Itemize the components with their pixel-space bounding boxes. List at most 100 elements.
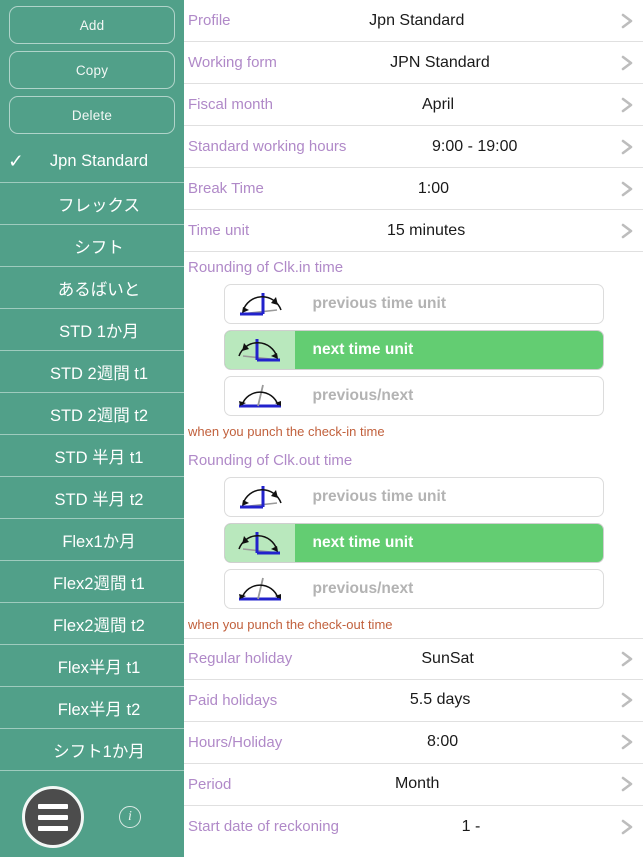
sidebar-item-label: STD 2週間 t1 (49, 364, 149, 383)
row-label: Standard working hours (188, 138, 347, 155)
round-next-icon (224, 523, 295, 562)
profile-list: ✓ Jpn Standard フレックス シフト あるばいと STD 1か月 S… (0, 141, 184, 771)
row-label: Fiscal month (188, 96, 274, 113)
option-label: next time unit (312, 341, 414, 358)
row-label: Break Time (188, 180, 264, 197)
sidebar-item-label: フレックス (57, 196, 140, 215)
chevron-right-icon (619, 13, 635, 29)
rounding-out-options: previous time unit next time unit previo… (184, 474, 643, 609)
rounding-out-next-option[interactable]: next time unit (223, 522, 604, 563)
chevron-right-icon (619, 55, 635, 71)
row-value: Month (394, 775, 440, 793)
delete-button[interactable]: Delete (9, 96, 175, 134)
option-label: previous/next (312, 579, 414, 597)
sidebar-item-label: Jpn Standard (49, 152, 149, 170)
rounding-out-heading: Rounding of Clk.out time (188, 451, 353, 469)
sidebar-item-label: STD 半月 t2 (54, 490, 144, 509)
list-item[interactable]: STD 2週間 t1 (0, 351, 184, 393)
table-row[interactable]: Start date of reckoning 1 - (184, 806, 643, 848)
table-row[interactable]: Hours/Holiday 8:00 (184, 722, 643, 764)
sidebar-item-label: Flex2週間 t1 (53, 574, 145, 593)
list-item[interactable]: シフト1か月 (0, 729, 184, 771)
row-value: 5.5 days (409, 691, 471, 709)
sidebar-item-label: Flex半月 t2 (57, 700, 141, 719)
option-label: previous/next (312, 387, 414, 404)
list-item[interactable]: Flex2週間 t2 (0, 603, 184, 645)
chevron-right-icon (619, 97, 635, 113)
row-value: April (422, 95, 455, 113)
row-label: Regular holiday (188, 650, 293, 668)
app-root: Add Copy Delete ✓ Jpn Standard フレックス シフト… (0, 0, 643, 857)
list-item[interactable]: Flex半月 t2 (0, 687, 184, 729)
chevron-right-icon (619, 734, 635, 750)
row-value: 15 minutes (386, 221, 466, 239)
table-row[interactable]: Standard working hours 9:00 - 19:00 (184, 126, 643, 168)
row-label: Time unit (188, 222, 250, 239)
row-value: 8:00 (427, 733, 459, 751)
round-previous-icon (225, 285, 295, 323)
sidebar-footer: i (0, 777, 184, 857)
table-row[interactable]: Break Time 1:00 (184, 168, 643, 210)
chevron-right-icon (619, 139, 635, 155)
add-button[interactable]: Add (9, 6, 175, 44)
list-item[interactable]: Flex1か月 (0, 519, 184, 561)
profiles-sidebar: Add Copy Delete ✓ Jpn Standard フレックス シフト… (0, 0, 184, 857)
list-item[interactable]: STD 半月 t1 (0, 435, 184, 477)
sidebar-item-label: Flex2週間 t2 (53, 616, 145, 635)
row-value: 9:00 - 19:00 (432, 137, 518, 155)
list-item[interactable]: Flex半月 t1 (0, 645, 184, 687)
chevron-right-icon (619, 692, 635, 708)
rounding-in-heading: Rounding of Clk.in time (188, 259, 344, 276)
sidebar-action-buttons: Add Copy Delete (0, 0, 184, 134)
sidebar-item-label: STD 半月 t1 (54, 448, 144, 467)
check-icon: ✓ (8, 151, 24, 172)
row-value: SunSat (421, 649, 474, 667)
settings-panel: Profile Jpn Standard Working form JPN St… (184, 0, 643, 857)
option-label: previous time unit (312, 487, 447, 505)
sidebar-item-label: シフト (74, 238, 124, 257)
row-value: 1 - (461, 817, 481, 835)
sidebar-item-label: Flex1か月 (62, 532, 136, 551)
row-value: 1:00 (417, 179, 449, 197)
table-row[interactable]: Paid holidays 5.5 days (184, 680, 643, 722)
row-label: Hours/Holiday (188, 733, 283, 751)
row-label: Profile (188, 12, 231, 29)
round-nearest-icon (225, 570, 295, 608)
table-row[interactable]: Period Month (184, 764, 643, 806)
chevron-right-icon (619, 651, 635, 667)
sidebar-item-jpn-standard[interactable]: ✓ Jpn Standard (0, 141, 184, 183)
copy-button[interactable]: Copy (9, 51, 175, 89)
hamburger-menu-icon[interactable] (22, 786, 84, 848)
rounding-in-next-option[interactable]: next time unit (223, 330, 604, 370)
table-row[interactable]: Working form JPN Standard (184, 42, 643, 84)
sidebar-item-label: STD 2週間 t2 (49, 406, 149, 425)
chevron-right-icon (619, 223, 635, 239)
list-item[interactable]: STD 2週間 t2 (0, 393, 184, 435)
table-row[interactable]: Fiscal month April (184, 84, 643, 126)
rounding-in-nearest-option[interactable]: previous/next (223, 376, 604, 416)
list-item[interactable]: フレックス (0, 183, 184, 225)
rounding-out-helper-text: when you punch the check-out time (188, 616, 393, 632)
list-item[interactable]: STD 半月 t2 (0, 477, 184, 519)
sidebar-item-label: STD 1か月 (59, 322, 139, 341)
rounding-out-previous-option[interactable]: previous time unit (223, 476, 604, 517)
rounding-in-previous-option[interactable]: previous time unit (223, 284, 604, 324)
chevron-right-icon (619, 181, 635, 197)
list-item[interactable]: Flex2週間 t1 (0, 561, 184, 603)
row-label: Period (188, 775, 232, 793)
row-label: Start date of reckoning (188, 818, 339, 836)
round-nearest-icon (225, 377, 295, 415)
table-row[interactable]: Profile Jpn Standard (184, 0, 643, 42)
list-item[interactable]: シフト (0, 225, 184, 267)
table-row[interactable]: Time unit 15 minutes (184, 210, 643, 252)
hamburger-bar (38, 814, 68, 820)
hamburger-bar (38, 825, 68, 831)
list-item[interactable]: あるばいと (0, 267, 184, 309)
table-row[interactable]: Regular holiday SunSat (184, 637, 643, 680)
list-item[interactable]: STD 1か月 (0, 309, 184, 351)
rounding-out-nearest-option[interactable]: previous/next (223, 568, 604, 609)
round-next-icon (224, 331, 295, 369)
sidebar-item-label: Flex半月 t1 (57, 658, 141, 677)
info-icon[interactable]: i (119, 806, 141, 828)
sidebar-item-label: シフト1か月 (53, 742, 145, 761)
